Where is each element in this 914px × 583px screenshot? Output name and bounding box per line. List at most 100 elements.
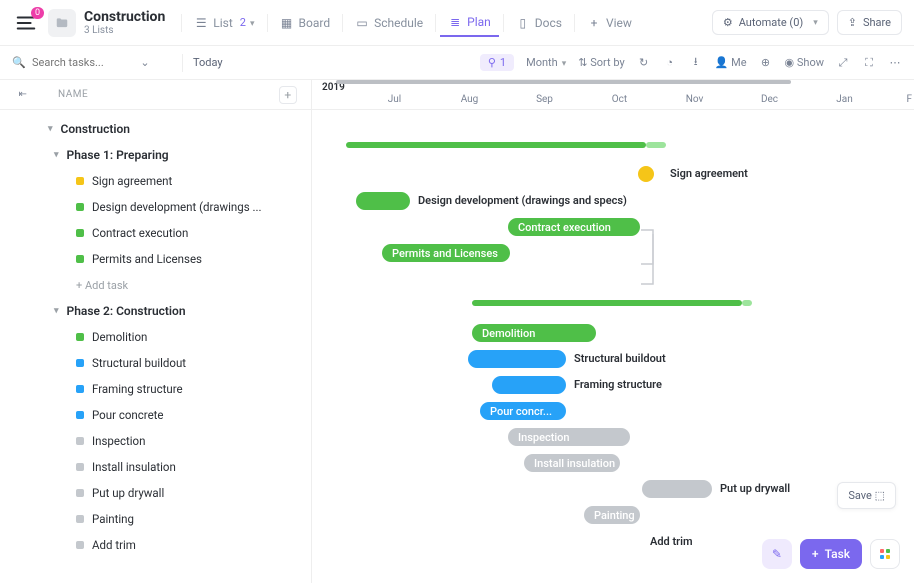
doc-icon: ▯ — [516, 16, 530, 30]
task-label: Design development (drawings ... — [92, 200, 262, 214]
month-label: Jul — [357, 94, 432, 105]
me-filter[interactable]: 👤 Me — [715, 56, 747, 69]
board-icon: ▦ — [280, 16, 294, 30]
today-button[interactable]: Today — [193, 56, 223, 69]
scale-select[interactable]: Month — [526, 56, 566, 69]
view-label: Docs — [535, 16, 562, 30]
share-button[interactable]: ⇪ Share — [837, 10, 902, 35]
download-icon[interactable]: ⭳ — [689, 56, 703, 70]
bar-pour[interactable]: Pour concr... — [480, 402, 566, 420]
tree-task[interactable]: Inspection — [0, 428, 301, 454]
sort-button[interactable]: ⇅ Sort by — [578, 56, 624, 69]
bar-demolition[interactable]: Demolition — [472, 324, 596, 342]
new-task-button[interactable]: + Task — [800, 539, 862, 569]
milestone-sign[interactable] — [638, 166, 654, 182]
bar-label-drywall: Put up drywall — [720, 482, 790, 495]
tree-root[interactable]: ▾Construction — [0, 116, 301, 142]
search-input[interactable] — [32, 56, 132, 69]
task-label: Framing structure — [92, 382, 183, 396]
save-chip[interactable]: Save ⬚ — [837, 482, 896, 509]
tree-task[interactable]: Framing structure — [0, 376, 301, 402]
summary-bar-phase1-tail — [646, 142, 666, 148]
tree-group-phase1[interactable]: ▾Phase 1: Preparing — [0, 142, 301, 168]
tree-task[interactable]: Pour concrete — [0, 402, 301, 428]
view-list[interactable]: ☰ List 2 — [186, 10, 262, 36]
chevron-down-icon[interactable]: ⌄ — [138, 56, 152, 70]
bar-label-framing: Framing structure — [574, 378, 662, 391]
tree-root-label: Construction — [61, 122, 130, 136]
bar-framing[interactable] — [492, 376, 566, 394]
bar-contract[interactable]: Contract execution — [508, 218, 640, 236]
notif-badge: 0 — [31, 7, 44, 19]
more-icon[interactable]: ⋯ — [888, 56, 902, 70]
tree-task[interactable]: Structural buildout — [0, 350, 301, 376]
tree-task[interactable]: Put up drywall — [0, 480, 301, 506]
apps-button[interactable] — [870, 539, 900, 569]
page-title: Construction — [84, 9, 165, 25]
me-label: Me — [731, 56, 746, 69]
summary-bar-phase2[interactable] — [472, 300, 742, 306]
tree-task[interactable]: Add trim — [0, 532, 301, 558]
fullscreen-icon[interactable]: ⛶ — [862, 56, 876, 70]
task-label: Sign agreement — [92, 174, 172, 188]
view-label: List — [213, 16, 233, 30]
show-button[interactable]: ◉ Show — [785, 56, 824, 69]
notepad-icon: ✎ — [772, 547, 782, 561]
month-label: Jan — [807, 94, 882, 105]
bar-design[interactable] — [356, 192, 410, 210]
view-label: Board — [299, 16, 331, 30]
summary-bar-phase1[interactable] — [346, 142, 646, 148]
tree-task[interactable]: Install insulation — [0, 454, 301, 480]
phase2-label: Phase 2: Construction — [67, 304, 186, 318]
month-label: Aug — [432, 94, 507, 105]
automate-button[interactable]: ⚙ Automate (0) — [712, 10, 829, 35]
search-input-wrap[interactable]: 🔍 ⌄ — [12, 56, 172, 70]
bar-label-addtrim: Add trim — [650, 535, 693, 548]
show-label: Show — [797, 56, 824, 69]
tree-task[interactable]: Sign agreement — [0, 168, 301, 194]
view-list-count: 2 — [240, 16, 255, 29]
tree-task[interactable]: Contract execution — [0, 220, 301, 246]
folder-icon[interactable] — [48, 9, 76, 37]
bar-insulation[interactable]: Install insulation — [524, 454, 620, 472]
list-icon: ☰ — [194, 16, 208, 30]
main-menu-button[interactable]: 0 — [12, 9, 40, 37]
bar-drywall[interactable] — [642, 480, 712, 498]
tree-task[interactable]: Design development (drawings ... — [0, 194, 301, 220]
collapse-icon[interactable]: ⇤ — [16, 88, 30, 102]
bar-painting[interactable]: Painting — [584, 506, 640, 524]
search-icon: 🔍 — [12, 56, 26, 70]
add-view[interactable]: + View — [579, 10, 640, 36]
path-icon[interactable]: ◔ — [663, 56, 677, 70]
timeline-scroll-thumb[interactable] — [336, 80, 791, 84]
task-label: Contract execution — [92, 226, 188, 240]
assignee-icon[interactable]: ⊕ — [759, 56, 773, 70]
expand-icon[interactable]: ⤢ — [836, 56, 850, 70]
view-schedule[interactable]: ▭ Schedule — [347, 10, 431, 36]
task-label: Put up drywall — [92, 486, 164, 500]
notepad-button[interactable]: ✎ — [762, 539, 792, 569]
view-docs[interactable]: ▯ Docs — [508, 10, 570, 36]
view-board[interactable]: ▦ Board — [272, 10, 339, 36]
filter-count: 1 — [500, 56, 506, 69]
task-label: Permits and Licenses — [92, 252, 202, 266]
tree-task[interactable]: Demolition — [0, 324, 301, 350]
column-header-name: NAME — [58, 89, 88, 100]
tree-group-phase2[interactable]: ▾Phase 2: Construction — [0, 298, 301, 324]
tree-task[interactable]: Painting — [0, 506, 301, 532]
bar-permits[interactable]: Permits and Licenses — [382, 244, 510, 262]
task-label: Demolition — [92, 330, 147, 344]
title-block: Construction 3 Lists — [84, 9, 165, 36]
sort-label: Sort by — [590, 56, 624, 69]
view-label: Plan — [467, 15, 491, 29]
add-task-phase1[interactable]: + Add task — [0, 272, 301, 298]
plus-icon: + — [587, 16, 601, 30]
tree-task[interactable]: Permits and Licenses — [0, 246, 301, 272]
view-plan[interactable]: ≣ Plan — [440, 9, 499, 37]
task-label: Pour concrete — [92, 408, 164, 422]
reschedule-icon[interactable]: ↻ — [637, 56, 651, 70]
bar-structural[interactable] — [468, 350, 566, 368]
bar-inspection[interactable]: Inspection — [508, 428, 630, 446]
filter-chip[interactable]: ⚲ 1 — [480, 54, 514, 71]
add-column-button[interactable]: + — [279, 86, 297, 104]
